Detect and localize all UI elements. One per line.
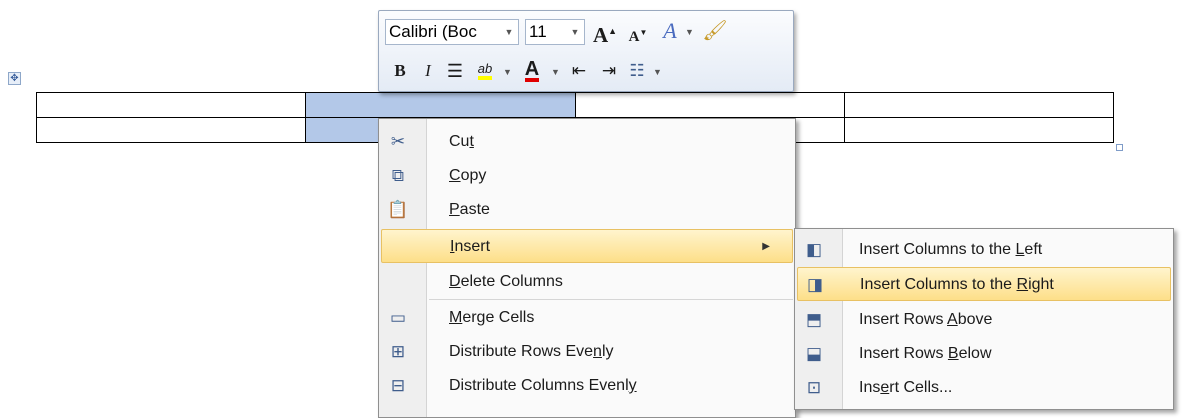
merge-cells-icon: ▭ — [389, 308, 407, 327]
format-painter-icon: 🖌 — [702, 20, 728, 42]
font-color-icon: A — [524, 58, 540, 82]
font-size-value: 11 — [529, 22, 547, 41]
insert-columns-left-icon: ◧ — [805, 240, 823, 259]
menu-item-paste[interactable]: 📋 Paste — [381, 193, 793, 227]
submenu-arrow-icon: ▶ — [762, 241, 770, 252]
decrease-indent-icon: ⇤ — [571, 61, 587, 80]
submenu-item-insert-columns-left[interactable]: ◧ Insert Columns to the Left — [797, 233, 1171, 267]
menu-item-cut[interactable]: ✂ Cut — [381, 125, 793, 159]
submenu-item-insert-cells[interactable]: ⊡ Insert Cells... — [797, 371, 1171, 405]
chevron-down-icon[interactable]: ▼ — [503, 67, 512, 77]
bullets-button[interactable]: ☷ — [625, 59, 649, 83]
menu-item-label: Insert Columns to the Right — [860, 276, 1054, 293]
bold-icon: B — [394, 61, 406, 80]
font-color-button[interactable]: A — [519, 57, 545, 82]
insert-rows-below-icon: ⬓ — [805, 344, 823, 363]
bullet-list-icon: ☷ — [629, 61, 645, 80]
table-cell[interactable] — [843, 117, 1115, 143]
font-name-combobox[interactable]: Calibri (Boc ▼ — [385, 19, 519, 45]
menu-item-label: Insert — [450, 238, 491, 255]
increase-indent-button[interactable]: ⇥ — [597, 59, 621, 83]
menu-item-distribute-rows[interactable]: ⊞ Distribute Rows Evenly — [381, 335, 793, 369]
highlight-button[interactable]: ab — [471, 57, 499, 81]
shrink-font-button[interactable]: A▼ — [625, 21, 651, 45]
chevron-down-icon[interactable]: ▼ — [653, 67, 662, 77]
grow-font-button[interactable]: A▲ — [591, 19, 619, 47]
paste-icon: 📋 — [387, 200, 409, 219]
chevron-down-icon[interactable]: ▼ — [551, 67, 560, 77]
highlight-icon: ab — [477, 61, 493, 80]
distribute-rows-icon: ⊞ — [390, 342, 406, 361]
increase-indent-icon: ⇥ — [601, 61, 617, 80]
table-cell[interactable] — [35, 117, 307, 143]
menu-item-label: Insert Columns to the Left — [859, 241, 1043, 258]
insert-submenu: ◧ Insert Columns to the Left ◨ Insert Co… — [794, 228, 1174, 410]
font-name-value: Calibri (Boc — [389, 22, 477, 41]
menu-item-label: Insert Cells... — [859, 379, 953, 396]
table-move-handle[interactable]: ✥ — [8, 72, 21, 85]
decrease-indent-button[interactable]: ⇤ — [567, 59, 591, 83]
menu-item-merge-cells[interactable]: ▭ Merge Cells — [381, 301, 793, 335]
font-size-combobox[interactable]: 11 ▼ — [525, 19, 585, 45]
table-cell-selected[interactable] — [305, 92, 576, 118]
format-painter-button[interactable]: 🖌 — [701, 19, 729, 43]
menu-item-label: Copy — [449, 167, 487, 184]
menu-item-delete-columns[interactable]: Delete Columns — [381, 265, 793, 299]
shrink-font-icon: A — [628, 29, 640, 45]
menu-item-label: Delete Columns — [449, 273, 563, 290]
menu-item-copy[interactable]: ⧉ Copy — [381, 159, 793, 193]
scissors-icon: ✂ — [390, 132, 406, 151]
copy-icon: ⧉ — [391, 166, 405, 185]
context-menu: ✂ Cut ⧉ Copy 📋 Paste Insert ▶ Delete Col… — [378, 118, 796, 418]
table-cell[interactable] — [843, 92, 1115, 118]
italic-icon: I — [425, 61, 431, 80]
bold-button[interactable]: B — [389, 59, 411, 83]
submenu-item-insert-columns-right[interactable]: ◨ Insert Columns to the Right — [797, 267, 1171, 301]
menu-item-label: Merge Cells — [449, 309, 535, 326]
distribute-columns-icon: ⊟ — [390, 376, 406, 395]
chevron-down-icon[interactable]: ▼ — [568, 20, 582, 44]
chevron-down-icon[interactable]: ▼ — [502, 20, 516, 44]
table-row — [35, 92, 1115, 118]
styles-button[interactable]: A — [657, 19, 683, 43]
italic-button[interactable]: I — [417, 59, 439, 83]
grow-font-icon: A — [592, 23, 609, 47]
chevron-down-icon[interactable]: ▼ — [685, 27, 694, 37]
align-center-icon: ☰ — [446, 61, 464, 81]
menu-item-insert[interactable]: Insert ▶ — [381, 229, 793, 263]
menu-separator — [429, 299, 793, 300]
insert-columns-right-icon: ◨ — [806, 275, 824, 294]
table-resize-handle[interactable] — [1116, 144, 1123, 151]
menu-item-distribute-columns[interactable]: ⊟ Distribute Columns Evenly — [381, 369, 793, 403]
insert-rows-above-icon: ⬒ — [805, 310, 823, 329]
table-cell[interactable] — [574, 92, 845, 118]
styles-icon: A — [663, 18, 677, 43]
menu-item-label: Paste — [449, 201, 490, 218]
menu-item-label: Distribute Rows Evenly — [449, 343, 614, 360]
menu-item-label: Insert Rows Above — [859, 311, 993, 328]
mini-toolbar: Calibri (Boc ▼ 11 ▼ A▲ A▼ A ▼ 🖌 B I ☰ ab… — [378, 10, 794, 92]
insert-cells-icon: ⊡ — [806, 378, 822, 397]
submenu-item-insert-rows-below[interactable]: ⬓ Insert Rows Below — [797, 337, 1171, 371]
table-cell[interactable] — [35, 92, 307, 118]
center-align-button[interactable]: ☰ — [443, 59, 467, 83]
menu-item-label: Cut — [449, 133, 474, 150]
submenu-item-insert-rows-above[interactable]: ⬒ Insert Rows Above — [797, 303, 1171, 337]
menu-item-label: Distribute Columns Evenly — [449, 377, 637, 394]
menu-item-label: Insert Rows Below — [859, 345, 992, 362]
